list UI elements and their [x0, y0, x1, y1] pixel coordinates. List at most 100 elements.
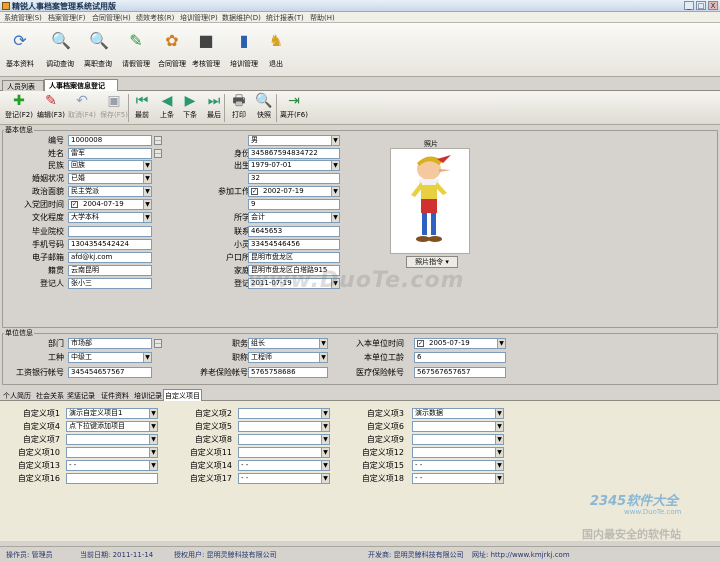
prev-button[interactable]: ◀ 上条 — [156, 93, 178, 123]
chevron-down-icon[interactable]: ▼ — [143, 200, 151, 209]
date-checkbox[interactable]: ✓ — [417, 340, 424, 347]
custom-13-field[interactable]: - - ▼ — [238, 460, 330, 471]
tab-detail-0[interactable]: 个人简历 — [2, 390, 32, 401]
unit-5-field[interactable]: 5765758686 — [248, 367, 328, 378]
basic-4-field[interactable]: 民主党派 ▼ — [68, 186, 152, 197]
basic-5-field[interactable]: ✓ 2004-07-19 ▼ — [68, 199, 152, 210]
custom-5-field[interactable]: ▼ — [412, 421, 504, 432]
basic2-2-field[interactable]: 1979-07-01 ▼ — [248, 160, 340, 171]
basic2-0-field[interactable]: 男 ▼ — [248, 135, 340, 146]
unit-6-field[interactable]: ✓ 2005-07-19 ▼ — [414, 338, 506, 349]
custom-11-field[interactable]: ▼ — [412, 447, 504, 458]
custom-4-field[interactable]: ▼ — [238, 421, 330, 432]
custom-8-field[interactable]: ▼ — [412, 434, 504, 445]
print-button[interactable]: 🖶 打印 — [228, 93, 250, 123]
toolbar-assessment-button[interactable]: ■ 考核管理 — [186, 27, 226, 71]
chevron-down-icon[interactable]: ▼ — [495, 461, 503, 470]
custom-9-field[interactable]: ▼ — [66, 447, 158, 458]
custom-15-field[interactable] — [66, 473, 158, 484]
first-button[interactable]: ⏮ 最前 — [130, 93, 154, 123]
chevron-down-icon[interactable]: ▼ — [143, 213, 151, 222]
custom-7-field[interactable]: ▼ — [238, 434, 330, 445]
tab-detail-4[interactable]: 培训记录 — [133, 390, 163, 401]
basic-0-field[interactable]: 1000008 — [68, 135, 152, 146]
menu-item[interactable]: 数据维护(D) — [222, 13, 261, 23]
leave-button[interactable]: ⇥ 离开(F6) — [280, 93, 308, 123]
menu-item[interactable]: 统计报表(T) — [266, 13, 304, 23]
ellipsis-icon[interactable]: ... — [154, 149, 162, 158]
maximize-button[interactable]: □ — [696, 1, 706, 10]
basic-7-field[interactable] — [68, 226, 152, 237]
add-button[interactable]: ✚ 登记(F2) — [4, 93, 34, 123]
chevron-down-icon[interactable]: ▼ — [331, 136, 339, 145]
edit-button[interactable]: ✎ 编辑(F3) — [36, 93, 66, 123]
chevron-down-icon[interactable]: ▼ — [149, 448, 157, 457]
ellipsis-icon[interactable]: ... — [154, 136, 162, 145]
chevron-down-icon[interactable]: ▼ — [495, 448, 503, 457]
unit-8-field[interactable]: 567567657657 — [414, 367, 506, 378]
chevron-down-icon[interactable]: ▼ — [321, 474, 329, 483]
chevron-down-icon[interactable]: ▼ — [319, 353, 327, 362]
chevron-down-icon[interactable]: ▼ — [321, 435, 329, 444]
basic-11-field[interactable]: 张小三 — [68, 278, 152, 289]
chevron-down-icon[interactable]: ▼ — [149, 461, 157, 470]
basic-8-field[interactable]: 1304354542424 — [68, 239, 152, 250]
chevron-down-icon[interactable]: ▼ — [331, 213, 339, 222]
chevron-down-icon[interactable]: ▼ — [149, 422, 157, 431]
basic2-7-field[interactable]: 4645653 — [248, 226, 340, 237]
chevron-down-icon[interactable]: ▼ — [331, 187, 339, 196]
menu-item[interactable]: 档案管理(F) — [48, 13, 86, 23]
chevron-down-icon[interactable]: ▼ — [495, 409, 503, 418]
chevron-down-icon[interactable]: ▼ — [321, 448, 329, 457]
basic-6-field[interactable]: 大学本科 ▼ — [68, 212, 152, 223]
tab-detail-5[interactable]: 自定义项目 — [163, 389, 202, 401]
chevron-down-icon[interactable]: ▼ — [143, 174, 151, 183]
minimize-button[interactable]: _ — [684, 1, 694, 10]
chevron-down-icon[interactable]: ▼ — [321, 461, 329, 470]
date-checkbox[interactable]: ✓ — [71, 201, 78, 208]
chevron-down-icon[interactable]: ▼ — [149, 409, 157, 418]
chevron-down-icon[interactable]: ▼ — [321, 422, 329, 431]
photo-command-button[interactable]: 照片指令 ▾ — [406, 256, 458, 268]
chevron-down-icon[interactable]: ▼ — [495, 422, 503, 431]
tab-detail-2[interactable]: 奖惩记录 — [66, 390, 96, 401]
custom-0-field[interactable]: 演示自定义项目1 ▼ — [66, 408, 158, 419]
basic-3-field[interactable]: 已婚 ▼ — [68, 173, 152, 184]
basic2-4-field[interactable]: ✓ 2002-07-19 ▼ — [248, 186, 340, 197]
unit-4-field[interactable]: 工程师 ▼ — [248, 352, 328, 363]
menu-item[interactable]: 系统管理(S) — [4, 13, 42, 23]
chevron-down-icon[interactable]: ▼ — [149, 435, 157, 444]
menu-item[interactable]: 合同管理(H) — [92, 13, 131, 23]
chevron-down-icon[interactable]: ▼ — [497, 339, 505, 348]
toolbar-checklist-button[interactable]: ✎ 请假管理 — [116, 27, 156, 71]
last-button[interactable]: ⏭ 最后 — [202, 93, 226, 123]
chevron-down-icon[interactable]: ▼ — [321, 409, 329, 418]
toolbar-magnifier-button[interactable]: 🔍 调动查询 — [40, 27, 80, 71]
basic2-3-field[interactable]: 32 — [248, 173, 340, 184]
custom-1-field[interactable]: ▼ — [238, 408, 330, 419]
chevron-down-icon[interactable]: ▼ — [143, 353, 151, 362]
basic2-5-field[interactable]: 9 — [248, 199, 340, 210]
chevron-down-icon[interactable]: ▼ — [143, 187, 151, 196]
menu-item[interactable]: 培训管理(P) — [180, 13, 218, 23]
unit-1-field[interactable]: 中级工 ▼ — [68, 352, 152, 363]
custom-12-field[interactable]: - - ▼ — [66, 460, 158, 471]
basic-2-field[interactable]: 回族 ▼ — [68, 160, 152, 171]
unit-0-field[interactable]: 市场部 — [68, 338, 152, 349]
custom-2-field[interactable]: 演示数据 ▼ — [412, 408, 504, 419]
basic-9-field[interactable]: afd@kj.com — [68, 252, 152, 263]
basic-10-field[interactable]: 云南昆明 — [68, 265, 152, 276]
close-button[interactable]: X — [708, 1, 718, 10]
menu-item[interactable]: 帮助(H) — [310, 13, 335, 23]
custom-17-field[interactable]: - - ▼ — [412, 473, 504, 484]
chevron-down-icon[interactable]: ▼ — [319, 339, 327, 348]
basic2-8-field[interactable]: 33454546456 — [248, 239, 340, 250]
tab-detail-1[interactable]: 社会关系 — [35, 390, 65, 401]
basic2-9-field[interactable]: 昆明市盘龙区 — [248, 252, 340, 263]
tab-detail-3[interactable]: 证件资料 — [100, 390, 130, 401]
menu-item[interactable]: 绩效考核(R) — [136, 13, 174, 23]
toolbar-magnifier-button[interactable]: 🔍 离职查询 — [78, 27, 118, 71]
snapshot-button[interactable]: 🔍 快照 — [252, 93, 276, 123]
custom-10-field[interactable]: ▼ — [238, 447, 330, 458]
chevron-down-icon[interactable]: ▼ — [331, 161, 339, 170]
